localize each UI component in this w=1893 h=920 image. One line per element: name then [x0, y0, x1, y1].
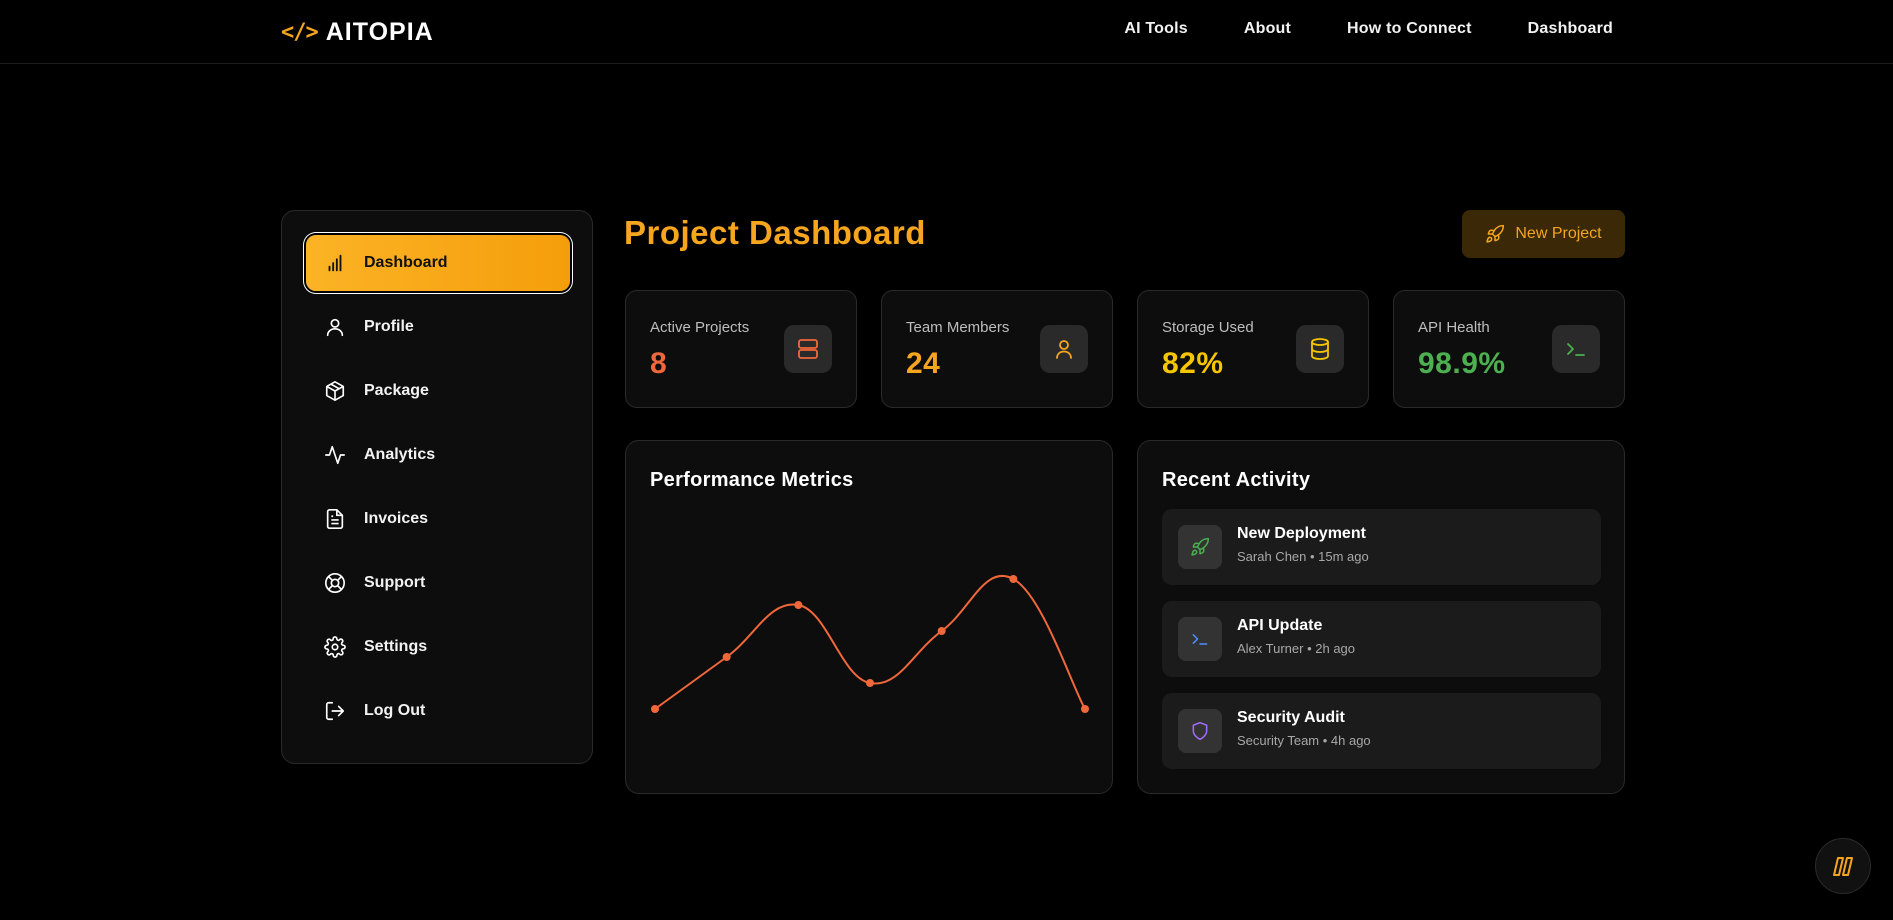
performance-metrics-panel: Performance Metrics — [625, 440, 1113, 794]
package-icon — [325, 381, 345, 401]
sidebar-item-support[interactable]: Support — [306, 555, 570, 611]
extension-icon — [1833, 857, 1853, 876]
top-navigation-bar: </> AITOPIA AI Tools About How to Connec… — [0, 0, 1893, 64]
data-point-3[interactable] — [866, 679, 874, 687]
data-point-5[interactable] — [1009, 575, 1018, 583]
recent-activity-panel: Recent Activity New Deployment Sarah Che… — [1137, 440, 1625, 794]
activity-meta: Sarah Chen • 15m ago — [1237, 549, 1369, 564]
stat-icon-box — [1296, 325, 1344, 373]
sidebar-item-label: Package — [364, 382, 429, 399]
life-buoy-icon — [325, 573, 345, 593]
stat-label: API Health — [1418, 319, 1490, 336]
data-point-2[interactable] — [794, 601, 803, 609]
page-title: Project Dashboard — [624, 214, 926, 251]
sidebar: Dashboard Profile Package Analytics Invo… — [281, 210, 593, 764]
terminal-icon — [1192, 634, 1208, 645]
code-icon: </> — [281, 19, 319, 45]
activity-icon — [325, 445, 345, 465]
data-point-1[interactable] — [722, 653, 731, 661]
sidebar-item-label: Profile — [364, 318, 414, 335]
sidebar-item-dashboard[interactable]: Dashboard — [306, 235, 570, 291]
stat-card-storage-used: Storage Used 82% — [1137, 290, 1369, 408]
server-icon — [798, 339, 818, 359]
sidebar-item-label: Analytics — [364, 446, 436, 463]
data-point-4[interactable] — [937, 627, 946, 635]
activity-meta: Alex Turner • 2h ago — [1237, 641, 1356, 656]
database-icon — [1311, 338, 1329, 360]
series-line — [654, 575, 1086, 710]
sidebar-item-label: Log Out — [364, 702, 426, 719]
activity-title: Security Audit — [1237, 709, 1345, 726]
stat-value: 8 — [650, 347, 668, 380]
gear-icon — [324, 636, 346, 658]
stat-label: Active Projects — [650, 319, 750, 336]
activity-item[interactable]: Security Audit Security Team • 4h ago — [1162, 693, 1601, 769]
activity-title: API Update — [1237, 617, 1323, 634]
activity-icon-box — [1178, 709, 1222, 753]
nav-link-how-to-connect[interactable]: How to Connect — [1347, 20, 1472, 38]
activity-icon-box — [1178, 617, 1222, 661]
panel-title: Recent Activity — [1162, 469, 1311, 491]
stat-label: Team Members — [906, 319, 1010, 336]
stat-icon-box — [784, 325, 832, 373]
activity-title: New Deployment — [1237, 525, 1366, 542]
activity-item[interactable]: New Deployment Sarah Chen • 15m ago — [1162, 509, 1601, 585]
sidebar-item-profile[interactable]: Profile — [306, 299, 570, 355]
stat-value: 98.9% — [1418, 347, 1506, 380]
stat-icon-box — [1552, 325, 1600, 373]
shield-icon — [1192, 721, 1208, 741]
new-project-label: New Project — [1515, 225, 1602, 242]
sidebar-item-settings[interactable]: Settings — [306, 619, 570, 675]
floating-extension-button[interactable] — [1815, 838, 1871, 894]
stat-card-api-health: API Health 98.9% — [1393, 290, 1625, 408]
sidebar-item-label: Support — [364, 574, 426, 591]
nav-link-dashboard[interactable]: Dashboard — [1528, 20, 1613, 38]
sidebar-item-label: Invoices — [364, 510, 429, 527]
activity-icon-box — [1178, 525, 1222, 569]
sidebar-item-log-out[interactable]: Log Out — [306, 683, 570, 739]
brand-name: AITOPIA — [325, 17, 434, 46]
brand-logo[interactable]: </> AITOPIA — [281, 18, 434, 46]
log-out-icon — [325, 701, 345, 721]
activity-item[interactable]: API Update Alex Turner • 2h ago — [1162, 601, 1601, 677]
sidebar-item-label: Dashboard — [364, 254, 448, 271]
user-icon — [326, 318, 344, 337]
nav-link-about[interactable]: About — [1244, 20, 1291, 38]
rocket-icon — [1486, 224, 1505, 243]
terminal-icon — [1567, 343, 1585, 356]
activity-meta: Security Team • 4h ago — [1237, 733, 1371, 748]
performance-line-chart — [651, 575, 1089, 713]
stat-icon-box — [1040, 325, 1088, 373]
stat-card-active-projects: Active Projects 8 — [625, 290, 857, 408]
new-project-button[interactable]: New Project — [1462, 210, 1625, 258]
sidebar-item-invoices[interactable]: Invoices — [306, 491, 570, 547]
sidebar-item-package[interactable]: Package — [306, 363, 570, 419]
stat-label: Storage Used — [1162, 319, 1254, 336]
stat-value: 82% — [1162, 347, 1224, 380]
main-nav: AI Tools About How to Connect Dashboard — [1124, 20, 1613, 38]
sidebar-item-label: Settings — [364, 638, 428, 655]
user-icon — [1056, 340, 1072, 359]
sidebar-item-analytics[interactable]: Analytics — [306, 427, 570, 483]
data-point-0[interactable] — [651, 705, 659, 713]
stat-card-team-members: Team Members 24 — [881, 290, 1113, 408]
nav-link-ai-tools[interactable]: AI Tools — [1124, 20, 1188, 38]
file-text-icon — [326, 509, 344, 529]
bar-chart-icon — [328, 254, 342, 272]
rocket-icon — [1191, 537, 1210, 556]
stat-value: 24 — [906, 347, 941, 380]
data-point-6[interactable] — [1081, 705, 1089, 713]
